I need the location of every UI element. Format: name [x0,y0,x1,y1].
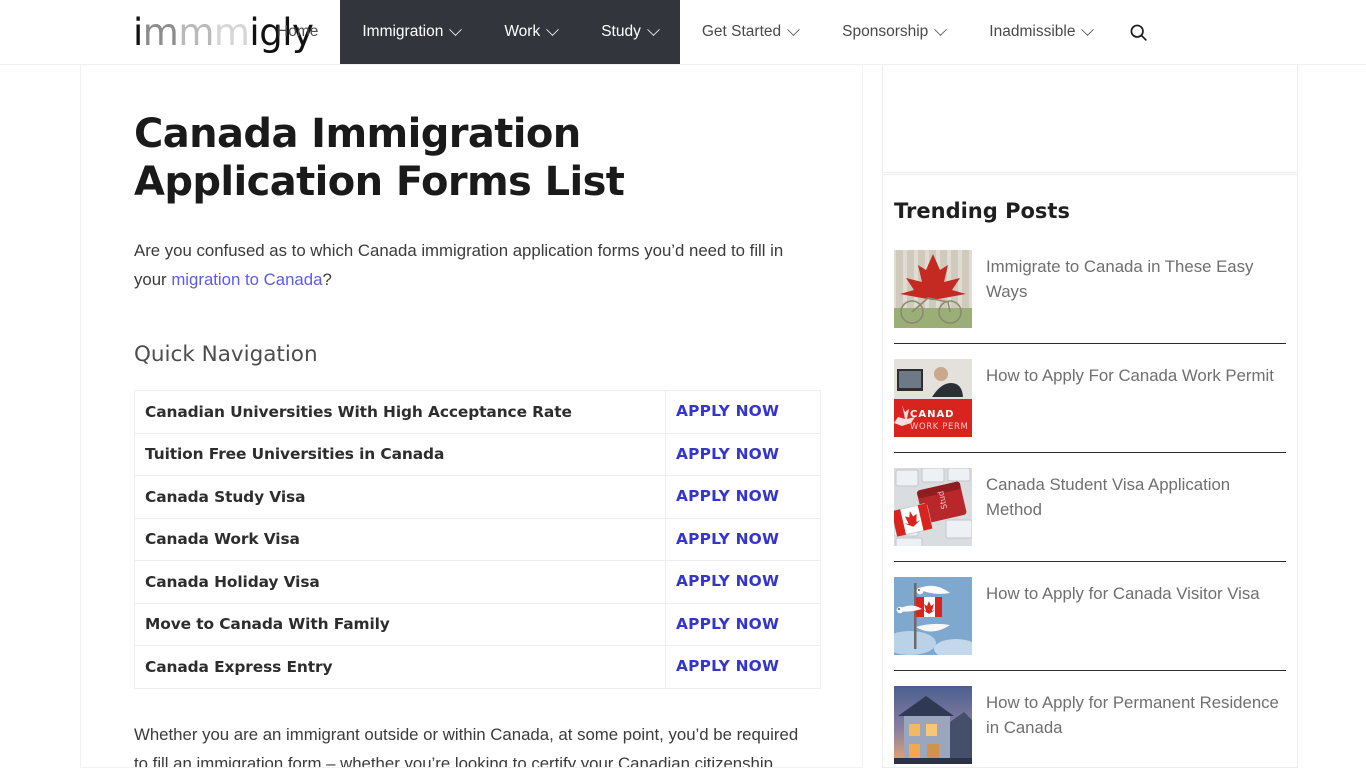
trending-posts-list: Immigrate to Canada in These Easy Ways CA… [894,250,1286,767]
chevron-down-icon [449,22,463,36]
nav-item-label: Get Started [701,23,782,40]
nav-item-label: Work [504,23,541,40]
keyboard-flag-key-thumbnail[interactable]: Stud [894,468,972,546]
quick-nav-action-cell: APPLY NOW [665,475,821,519]
nav-item-inadmissible[interactable]: Inadmissible [967,0,1114,64]
apply-now-link[interactable]: APPLY NOW [676,445,779,463]
nav-item-label: Sponsorship [842,23,929,40]
logo-segment: m [142,10,179,54]
nav-item-work[interactable]: Work [482,0,579,64]
chevron-down-icon [646,22,660,36]
logo-segment: i [133,10,143,54]
quick-nav-label: Canada Study Visa [134,475,666,519]
quick-nav-label: Canada Holiday Visa [134,560,666,604]
list-item: How to Apply for Canada Visitor Visa [894,577,1286,671]
ad-placeholder [882,65,1298,173]
main-content: Canada Immigration Application Forms Lis… [80,65,863,768]
quick-nav-action-cell: APPLY NOW [665,602,821,646]
chevron-down-icon [546,22,560,36]
quick-nav-action-cell: APPLY NOW [665,560,821,604]
search-icon [1131,24,1148,41]
chevron-down-icon [934,22,948,36]
trending-post-link[interactable]: How to Apply For Canada Work Permit [986,359,1274,388]
body-text-part1: Whether you are an immigrant outside or … [134,724,799,768]
quick-nav-action-cell: APPLY NOW [665,517,821,561]
apply-now-link[interactable]: APPLY NOW [676,657,779,675]
apply-now-link[interactable]: APPLY NOW [676,487,779,505]
maple-leaf-fence-thumbnail[interactable] [894,250,972,328]
nav-item-label: Study [601,23,641,40]
sidebar: Trending Posts Immigrate to Canada in Th… [880,65,1300,768]
nav-item-label: Inadmissible [989,23,1076,40]
table-row: Tuition Free Universities in Canada APPLY… [134,432,821,476]
nav-item-sponsorship[interactable]: Sponsorship [820,0,967,64]
table-row: Canada Express Entry APPLY NOW [134,645,821,689]
nav-item-get-started[interactable]: Get Started [680,0,820,64]
chevron-down-icon [787,22,800,36]
logo-segment: m [213,10,250,54]
migration-to-canada-link[interactable]: migration to Canada [171,270,322,289]
quick-nav-action-cell: APPLY NOW [665,432,821,476]
quick-nav-action-cell: APPLY NOW [665,390,821,434]
table-row: Canada Study Visa APPLY NOW [134,475,821,519]
quick-nav-label: Canada Work Visa [134,517,666,561]
apply-now-link[interactable]: APPLY NOW [676,402,779,420]
primary-navigation: Home Immigration Work Study Get Started … [255,0,1366,64]
quick-nav-action-cell: APPLY NOW [665,645,821,689]
table-row: Canada Holiday Visa APPLY NOW [134,560,821,604]
page-body: Canada Immigration Application Forms Lis… [0,65,1366,768]
site-logo[interactable]: immmigly [0,0,314,64]
quick-nav-label: Canada Express Entry [134,645,666,689]
list-item: Immigrate to Canada in These Easy Ways [894,250,1286,344]
canada-work-permit-thumbnail[interactable]: CANAD WORK PERM [894,359,972,437]
trending-posts-title: Trending Posts [894,199,1070,223]
nav-item-study[interactable]: Study [579,0,680,64]
page-title: Canada Immigration Application Forms Lis… [134,111,625,205]
search-button[interactable] [1114,0,1169,64]
nav-item-label: Immigration [362,23,444,40]
trending-post-link[interactable]: How to Apply for Permanent Residence in … [986,686,1286,740]
nav-item-label: Home [277,23,319,40]
logo-segment: m [178,10,214,54]
chevron-down-icon [1081,22,1095,36]
table-row: Move to Canada With Family APPLY NOW [134,602,821,646]
list-item: Stud Canada Student Visa Application Meth… [894,468,1286,562]
trending-post-link[interactable]: Canada Student Visa Application Method [986,468,1286,522]
nav-item-immigration[interactable]: Immigration [340,0,482,64]
quick-nav-label: Canadian Universities With High Acceptan… [134,390,666,434]
site-header: immmigly Home Immigration Work Study Get… [0,0,1366,65]
quick-navigation-heading: Quick Navigation [134,342,318,367]
quick-nav-label: Move to Canada With Family [134,602,666,646]
body-paragraph: Whether you are an immigrant outside or … [134,720,809,768]
trending-post-link[interactable]: How to Apply for Canada Visitor Visa [986,577,1260,606]
apply-now-link[interactable]: APPLY NOW [676,572,779,590]
svg-text:WORK PERM: WORK PERM [910,422,968,432]
quick-navigation-table: Canadian Universities With High Acceptan… [134,390,821,689]
table-row: Canadian Universities With High Acceptan… [134,390,821,434]
trending-post-link[interactable]: Immigrate to Canada in These Easy Ways [986,250,1286,304]
nav-item-home[interactable]: Home [255,0,340,64]
apply-now-link[interactable]: APPLY NOW [676,615,779,633]
lede-text-after: ? [322,270,332,289]
trending-posts-widget: Trending Posts Immigrate to Canada in Th… [882,174,1298,768]
apply-now-link[interactable]: APPLY NOW [676,530,779,548]
table-row: Canada Work Visa APPLY NOW [134,517,821,561]
seagulls-flag-thumbnail[interactable] [894,577,972,655]
lede-paragraph: Are you confused as to which Canada immi… [134,236,809,294]
house-dusk-thumbnail[interactable] [894,686,972,764]
list-item: How to Apply for Permanent Residence in … [894,686,1286,767]
quick-nav-label: Tuition Free Universities in Canada [134,432,666,476]
list-item: CANAD WORK PERM How to Apply For Canada Wo… [894,359,1286,453]
svg-text:CANAD: CANAD [910,409,955,420]
nav-highlighted-group: Immigration Work Study [340,0,680,64]
